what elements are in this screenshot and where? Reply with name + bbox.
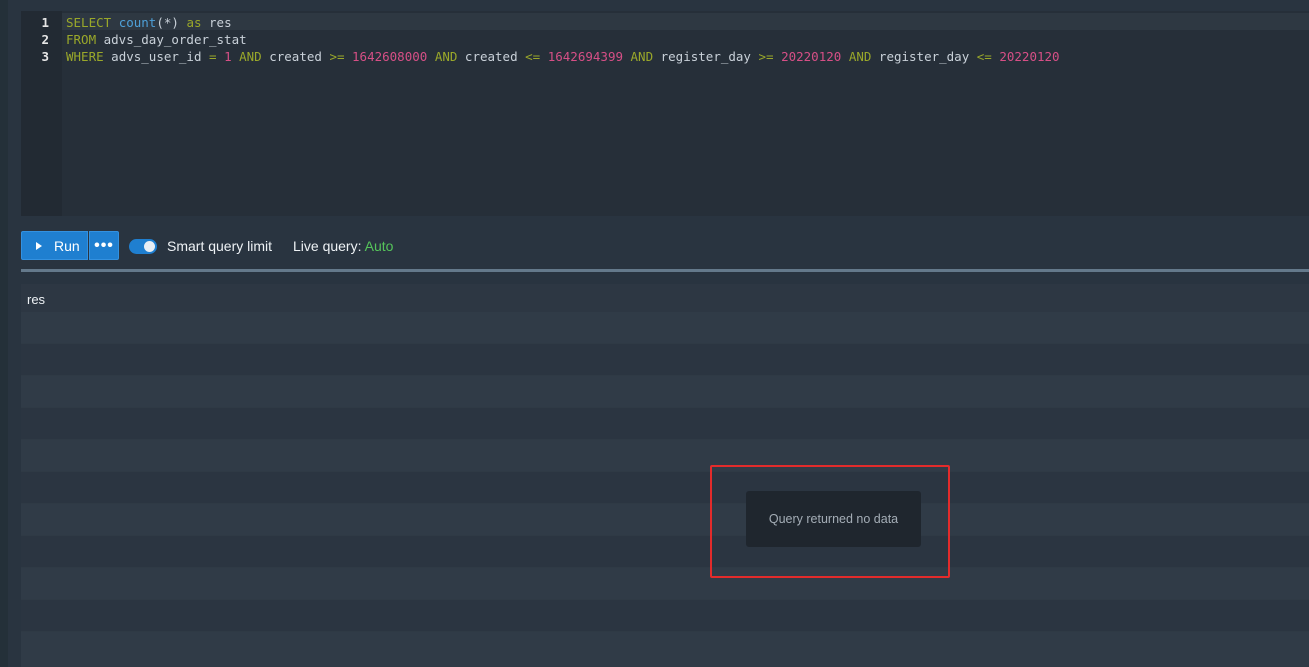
play-icon <box>36 241 42 250</box>
live-query-text: Live query: <box>293 238 362 254</box>
code-token: SELECT <box>66 15 112 30</box>
code-area[interactable]: SELECT count(*) as res FROM advs_day_ord… <box>62 11 1309 216</box>
more-options-button[interactable]: ••• <box>89 231 119 260</box>
code-token: advs_user_id <box>103 49 209 64</box>
code-token: advs_day_order_stat <box>96 32 247 47</box>
column-header-res[interactable]: res <box>27 292 45 307</box>
table-row <box>21 472 1309 504</box>
code-token: FROM <box>66 32 97 47</box>
smart-query-limit-toggle[interactable] <box>129 239 157 254</box>
code-token: 1 <box>224 49 232 64</box>
code-token: created <box>457 49 526 64</box>
table-row <box>21 440 1309 472</box>
table-row <box>21 600 1309 632</box>
table-row <box>21 376 1309 408</box>
code-token: <= <box>525 49 541 64</box>
code-token: AND <box>630 49 654 64</box>
code-token: (*) <box>156 15 179 30</box>
ellipsis-icon: ••• <box>94 236 114 254</box>
line-number: 3 <box>41 49 49 64</box>
smart-query-limit-label: Smart query limit <box>167 238 273 254</box>
table-row <box>21 344 1309 376</box>
code-token: created <box>261 49 330 64</box>
query-toolbar: Run ••• Smart query limit Live query: Au… <box>21 230 1309 261</box>
results-grid: res <box>21 284 1309 667</box>
code-token: = <box>209 49 217 64</box>
code-token: 1642608000 <box>352 49 428 64</box>
code-token: >= <box>329 49 345 64</box>
code-line[interactable]: FROM advs_day_order_stat <box>66 31 247 48</box>
live-query-label: Live query: Auto <box>293 238 393 254</box>
table-row <box>21 536 1309 568</box>
code-token: >= <box>758 49 774 64</box>
table-row <box>21 408 1309 440</box>
table-row <box>21 312 1309 344</box>
line-number: 2 <box>41 32 49 47</box>
table-row <box>21 504 1309 536</box>
grid-header: res <box>21 284 1309 313</box>
code-token: register_day <box>871 49 977 64</box>
code-token: WHERE <box>66 49 104 64</box>
code-token: 20220120 <box>999 49 1060 64</box>
code-token: AND <box>434 49 458 64</box>
code-token: AND <box>239 49 262 64</box>
panel-divider[interactable] <box>21 269 1309 272</box>
left-rail <box>0 0 8 667</box>
code-token: as <box>186 15 202 30</box>
table-row <box>21 568 1309 600</box>
active-line-highlight <box>62 13 1309 30</box>
code-line[interactable]: SELECT count(*) as res <box>66 14 232 31</box>
code-token: <= <box>976 49 992 64</box>
code-line[interactable]: WHERE advs_user_id = 1 AND created >= 16… <box>66 48 1060 65</box>
sql-editor[interactable]: 1 2 3 SELECT count(*) as res FROM advs_d… <box>21 11 1309 216</box>
code-token: 20220120 <box>781 49 842 64</box>
line-number-gutter: 1 2 3 <box>21 11 62 216</box>
code-token: register_day <box>653 49 759 64</box>
run-button[interactable]: Run <box>21 231 88 260</box>
code-token: AND <box>848 49 872 64</box>
run-button-label: Run <box>54 237 80 254</box>
annotation-highlight-box <box>710 465 950 578</box>
live-query-value[interactable]: Auto <box>365 238 394 254</box>
table-row <box>21 632 1309 667</box>
code-token: count <box>118 15 157 30</box>
query-editor-page: 1 2 3 SELECT count(*) as res FROM advs_d… <box>0 0 1309 667</box>
code-token: 1642694399 <box>547 49 623 64</box>
line-number: 1 <box>41 15 49 30</box>
code-token: res <box>201 15 232 30</box>
toggle-knob <box>144 241 155 252</box>
